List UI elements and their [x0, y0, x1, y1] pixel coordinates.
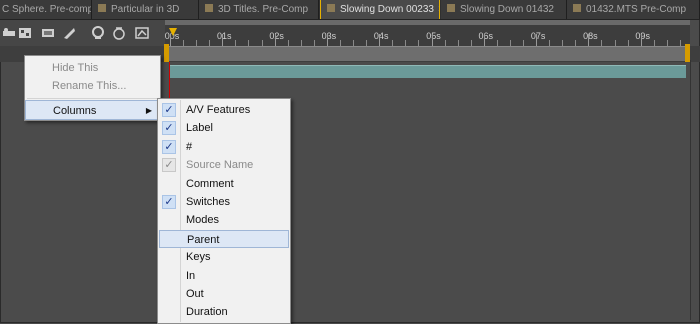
menu-item-label: Label	[186, 122, 213, 135]
menu-item-label: In	[186, 269, 196, 282]
tab-label: Slowing Down 01432	[460, 4, 554, 15]
comp-mini-flowchart-icon[interactable]	[2, 26, 16, 40]
time-ruler-major-tick	[588, 34, 590, 46]
time-ruler-label: 04s	[373, 31, 389, 41]
time-ruler-label: 03s	[321, 31, 337, 41]
tab-label: Slowing Down 00233	[340, 4, 434, 15]
time-ruler-label: 05s	[426, 31, 441, 41]
time-ruler-major-tick	[536, 34, 538, 46]
menu-item-label: Columns	[53, 105, 97, 117]
checkmark-icon: ✓	[162, 103, 176, 117]
time-ruler-label: 06s	[478, 31, 494, 41]
checkmark-icon: ✓	[162, 121, 176, 136]
composition-icon	[205, 4, 213, 13]
menu-item-rename-this: Rename This...	[25, 76, 160, 96]
composition-icon	[98, 4, 106, 13]
time-ruler-major-tick	[483, 34, 485, 46]
submenu-arrow-icon: ▶	[145, 106, 152, 115]
menu-item-label: #	[186, 140, 193, 153]
layer-duration-bar[interactable]	[169, 65, 686, 78]
column-option-switches[interactable]: ✓ Switches	[159, 193, 289, 211]
menu-item-label: Switches	[186, 196, 231, 208]
composition-icon	[327, 4, 335, 13]
column-option-number[interactable]: ✓ #	[159, 138, 289, 156]
composition-tab-bar: C Sphere. Pre-comp Particular in 3D 3D T…	[0, 0, 700, 20]
column-option-in[interactable]: In	[159, 267, 289, 285]
brainstorm-icon[interactable]	[112, 26, 126, 40]
menu-item-label: Modes	[186, 214, 220, 227]
columns-submenu: ✓ A/V Features ✓ Label ✓ # ✓ Source Name Comment…	[157, 98, 291, 324]
column-option-label[interactable]: ✓ Label	[159, 119, 289, 137]
work-area-bar[interactable]	[165, 20, 690, 25]
menu-item-label: A/V Features	[186, 104, 251, 116]
menu-item-label: Keys	[186, 251, 211, 264]
column-option-modes[interactable]: Modes	[159, 211, 289, 229]
composition-icon	[447, 4, 455, 13]
time-ruler-label: 02s	[269, 31, 284, 41]
time-ruler-major-tick	[379, 34, 381, 46]
tab-01432-mts-pre-comp[interactable]: 01432.MTS Pre-Comp	[567, 0, 700, 19]
menu-item-label: Out	[186, 288, 204, 300]
composition-icon	[573, 4, 581, 13]
time-ruler-label: 08s	[583, 31, 598, 41]
column-option-duration[interactable]: Duration	[159, 303, 289, 321]
layer-panel-context-menu: Hide This Rename This... Columns ▶	[24, 55, 161, 121]
time-ruler-label: 09s	[635, 31, 650, 41]
navigator-start-handle[interactable]	[164, 44, 169, 62]
close-icon[interactable]: ×	[438, 4, 439, 15]
column-option-comment[interactable]: Comment	[159, 175, 289, 193]
current-time-indicator-icon[interactable]	[169, 28, 177, 36]
menu-item-label: Duration	[186, 306, 228, 319]
tab-c-sphere-pre-comp[interactable]: C Sphere. Pre-comp	[0, 0, 92, 19]
column-option-out[interactable]: Out	[159, 285, 289, 303]
timeline-toolbar	[0, 20, 165, 46]
tab-label: 3D Titles. Pre-Comp	[218, 4, 309, 15]
frame-blending-icon[interactable]	[62, 26, 76, 40]
column-option-parent[interactable]: Parent	[159, 229, 289, 249]
menu-item-label: Comment	[186, 177, 234, 190]
time-ruler-label: 01s	[217, 31, 232, 41]
column-option-source-name: ✓ Source Name	[159, 156, 289, 174]
checkmark-icon: ✓	[162, 195, 176, 209]
column-option-keys[interactable]: Keys	[159, 248, 289, 266]
menu-item-label: Hide This	[52, 62, 99, 74]
menu-item-hide-this: Hide This	[25, 58, 160, 78]
composition-navigator-bar[interactable]	[165, 46, 690, 61]
graph-editor-icon[interactable]	[135, 26, 149, 40]
tab-slowing-down-00233[interactable]: Slowing Down 00233 ×	[320, 0, 440, 19]
time-ruler-major-tick	[326, 34, 328, 46]
checkmark-icon: ✓	[162, 139, 176, 154]
tab-label: Particular in 3D	[111, 4, 180, 15]
panel-divider	[690, 60, 691, 320]
tab-label: 01432.MTS Pre-Comp	[586, 4, 687, 15]
checkmark-icon: ✓	[162, 158, 176, 173]
time-ruler-major-tick	[640, 34, 642, 46]
motion-blur-icon[interactable]	[91, 26, 105, 40]
menu-item-columns[interactable]: Columns ▶	[25, 100, 160, 120]
menu-separator	[27, 98, 158, 99]
column-option-a-v-features[interactable]: ✓ A/V Features	[159, 101, 289, 119]
time-ruler-label: 07s	[530, 31, 546, 41]
draft-3d-icon[interactable]	[18, 26, 32, 40]
tab-3d-titles-pre-comp[interactable]: 3D Titles. Pre-Comp	[199, 0, 319, 19]
time-ruler-major-tick	[431, 34, 433, 46]
menu-item-label: Source Name	[186, 159, 254, 172]
tab-label: C Sphere. Pre-comp	[2, 4, 92, 15]
menu-item-label: Rename This...	[52, 80, 127, 92]
hide-shy-layers-icon[interactable]	[41, 26, 55, 40]
time-ruler-major-tick	[222, 34, 224, 46]
tab-slowing-down-01432[interactable]: Slowing Down 01432	[441, 0, 567, 19]
menu-item-label: Parent	[187, 233, 220, 246]
tab-particular-in-3d[interactable]: Particular in 3D	[92, 0, 199, 19]
time-ruler-major-tick	[274, 34, 276, 46]
